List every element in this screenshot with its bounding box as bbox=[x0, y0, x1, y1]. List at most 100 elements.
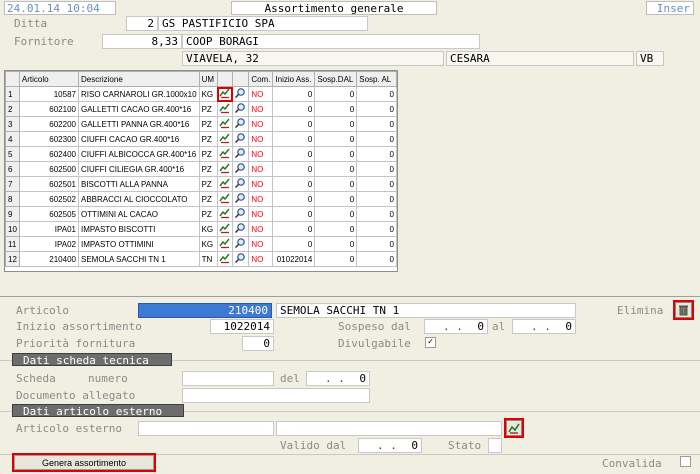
grid-header-row: Articolo Descrizione UM Com. Inizio Ass.… bbox=[5, 71, 397, 87]
esterno-section-header: Dati articolo esterno bbox=[12, 404, 184, 418]
search-icon[interactable] bbox=[232, 161, 250, 177]
search-icon[interactable] bbox=[232, 116, 250, 132]
search-icon[interactable] bbox=[232, 206, 250, 222]
col-header-sosp-al[interactable]: Sosp. AL bbox=[356, 71, 397, 87]
documento-field[interactable] bbox=[182, 388, 370, 403]
assortment-grid[interactable]: Articolo Descrizione UM Com. Inizio Ass.… bbox=[4, 70, 398, 272]
col-header-inizio[interactable]: Inizio Ass. bbox=[272, 71, 316, 87]
sospeso-al-field[interactable]: . . 0 bbox=[512, 319, 576, 334]
col-header-descrizione[interactable]: Descrizione bbox=[77, 71, 200, 87]
search-icon[interactable] bbox=[232, 251, 250, 267]
articolo-esterno-desc-field[interactable] bbox=[276, 421, 502, 436]
row-number[interactable]: 11 bbox=[5, 236, 20, 252]
row-number[interactable]: 10 bbox=[5, 221, 20, 237]
cell-com: NO bbox=[248, 101, 274, 117]
cell-sosp-dal: 0 bbox=[314, 161, 358, 177]
ditta-code-field[interactable]: 2 bbox=[126, 16, 158, 31]
search-icon[interactable] bbox=[232, 221, 250, 237]
table-row[interactable]: 6 602500 CIUFFI CILIEGIA GR.400*16 PZ NO 0 0 0 bbox=[5, 161, 397, 177]
table-row[interactable]: 8 602502 ABBRACCI AL CIOCCOLATO PZ NO 0 0 0 bbox=[5, 191, 397, 207]
search-icon[interactable] bbox=[232, 101, 250, 117]
cell-sosp-dal: 0 bbox=[314, 86, 358, 102]
edit-icon[interactable] bbox=[216, 236, 234, 252]
edit-icon[interactable] bbox=[216, 161, 234, 177]
cell-sosp-al: 0 bbox=[356, 236, 397, 252]
edit-icon[interactable] bbox=[216, 251, 234, 267]
table-row[interactable]: 4 602300 CIUFFI CACAO GR.400*16 PZ NO 0 0 0 bbox=[5, 131, 397, 147]
col-header-articolo[interactable]: Articolo bbox=[18, 71, 79, 87]
edit-icon[interactable] bbox=[216, 86, 234, 102]
fornitore-name-field[interactable]: COOP BORAGI bbox=[182, 34, 480, 49]
stato-field[interactable] bbox=[488, 438, 502, 453]
inizio-assortimento-field[interactable]: 1022014 bbox=[210, 319, 274, 334]
ditta-name-field[interactable]: GS PASTIFICIO SPA bbox=[158, 16, 368, 31]
table-row[interactable]: 10 IPA01 IMPASTO BISCOTTI KG NO 0 0 0 bbox=[5, 221, 397, 237]
cell-articolo: 10587 bbox=[18, 86, 79, 102]
cell-com: NO bbox=[248, 146, 274, 162]
row-number[interactable]: 3 bbox=[5, 116, 20, 132]
row-number[interactable]: 1 bbox=[5, 86, 20, 102]
cell-inizio: 0 bbox=[272, 101, 316, 117]
edit-icon[interactable] bbox=[216, 116, 234, 132]
cell-descrizione: RISO CARNAROLI GR.1000x10 bbox=[77, 86, 200, 102]
articolo-esterno-lookup-button[interactable] bbox=[504, 418, 524, 438]
scheda-del-field[interactable]: . . 0 bbox=[306, 371, 370, 386]
col-header-um[interactable]: UM bbox=[198, 71, 218, 87]
row-number[interactable]: 12 bbox=[5, 251, 20, 267]
cell-inizio: 0 bbox=[272, 191, 316, 207]
search-icon[interactable] bbox=[232, 191, 250, 207]
edit-icon[interactable] bbox=[216, 176, 234, 192]
trash-icon bbox=[679, 305, 688, 316]
row-number[interactable]: 8 bbox=[5, 191, 20, 207]
table-row[interactable]: 7 602501 BISCOTTI ALLA PANNA PZ NO 0 0 0 bbox=[5, 176, 397, 192]
cell-um: PZ bbox=[198, 191, 218, 207]
edit-icon[interactable] bbox=[216, 146, 234, 162]
col-header-com[interactable]: Com. bbox=[248, 71, 274, 87]
search-icon[interactable] bbox=[232, 236, 250, 252]
priorita-field[interactable]: 0 bbox=[242, 336, 274, 351]
cell-um: PZ bbox=[198, 176, 218, 192]
cell-inizio: 01022014 bbox=[272, 251, 316, 267]
table-row[interactable]: 5 602400 CIUFFI ALBICOCCA GR.400*16 PZ NO 0 0 0 bbox=[5, 146, 397, 162]
sospeso-al-sep: . . bbox=[531, 320, 551, 333]
row-number[interactable]: 6 bbox=[5, 161, 20, 177]
table-row[interactable]: 11 IPA02 IMPASTO OTTIMINI KG NO 0 0 0 bbox=[5, 236, 397, 252]
table-row[interactable]: 12 210400 SEMOLA SACCHI TN 1 TN NO 01022014 0 0 bbox=[5, 251, 397, 267]
valido-dal-field[interactable]: . . 0 bbox=[358, 438, 422, 453]
row-number[interactable]: 4 bbox=[5, 131, 20, 147]
table-row[interactable]: 1 10587 RISO CARNAROLI GR.1000x10 KG NO 0 0 0 bbox=[5, 86, 397, 102]
cell-com: NO bbox=[248, 86, 274, 102]
cell-com: NO bbox=[248, 221, 274, 237]
articolo-esterno-code-field[interactable] bbox=[138, 421, 274, 436]
table-row[interactable]: 9 602505 OTTIMINI AL CACAO PZ NO 0 0 0 bbox=[5, 206, 397, 222]
ditta-label: Ditta bbox=[14, 17, 48, 30]
search-icon[interactable] bbox=[232, 146, 250, 162]
edit-icon[interactable] bbox=[216, 206, 234, 222]
search-icon[interactable] bbox=[232, 86, 250, 102]
divulgabile-checkbox[interactable]: ✓ bbox=[425, 337, 436, 348]
edit-icon[interactable] bbox=[216, 221, 234, 237]
search-icon[interactable] bbox=[232, 176, 250, 192]
cell-descrizione: OTTIMINI AL CACAO bbox=[77, 206, 200, 222]
row-number[interactable]: 9 bbox=[5, 206, 20, 222]
col-header-sosp-dal[interactable]: Sosp.DAL bbox=[314, 71, 358, 87]
table-row[interactable]: 3 602200 GALLETTI PANNA GR.400*16 PZ NO 0 0 0 bbox=[5, 116, 397, 132]
cell-descrizione: SEMOLA SACCHI TN 1 bbox=[77, 251, 200, 267]
table-row[interactable]: 2 602100 GALLETTI CACAO GR.400*16 PZ NO 0 0 0 bbox=[5, 101, 397, 117]
divulgabile-label: Divulgabile bbox=[338, 337, 411, 350]
row-number[interactable]: 7 bbox=[5, 176, 20, 192]
search-icon[interactable] bbox=[232, 131, 250, 147]
row-number[interactable]: 5 bbox=[5, 146, 20, 162]
elimina-button[interactable] bbox=[673, 300, 694, 320]
convalida-checkbox[interactable] bbox=[680, 456, 691, 467]
scheda-numero-field[interactable] bbox=[182, 371, 274, 386]
articolo-code-field[interactable]: 210400 bbox=[138, 303, 272, 318]
edit-icon[interactable] bbox=[216, 131, 234, 147]
sospeso-dal-field[interactable]: . . 0 bbox=[424, 319, 488, 334]
cell-inizio: 0 bbox=[272, 221, 316, 237]
edit-icon[interactable] bbox=[216, 191, 234, 207]
row-number[interactable]: 2 bbox=[5, 101, 20, 117]
genera-assortimento-button[interactable]: Genera assortimento bbox=[12, 453, 156, 472]
edit-icon[interactable] bbox=[216, 101, 234, 117]
fornitore-code-field[interactable]: 8,33 bbox=[102, 34, 182, 49]
